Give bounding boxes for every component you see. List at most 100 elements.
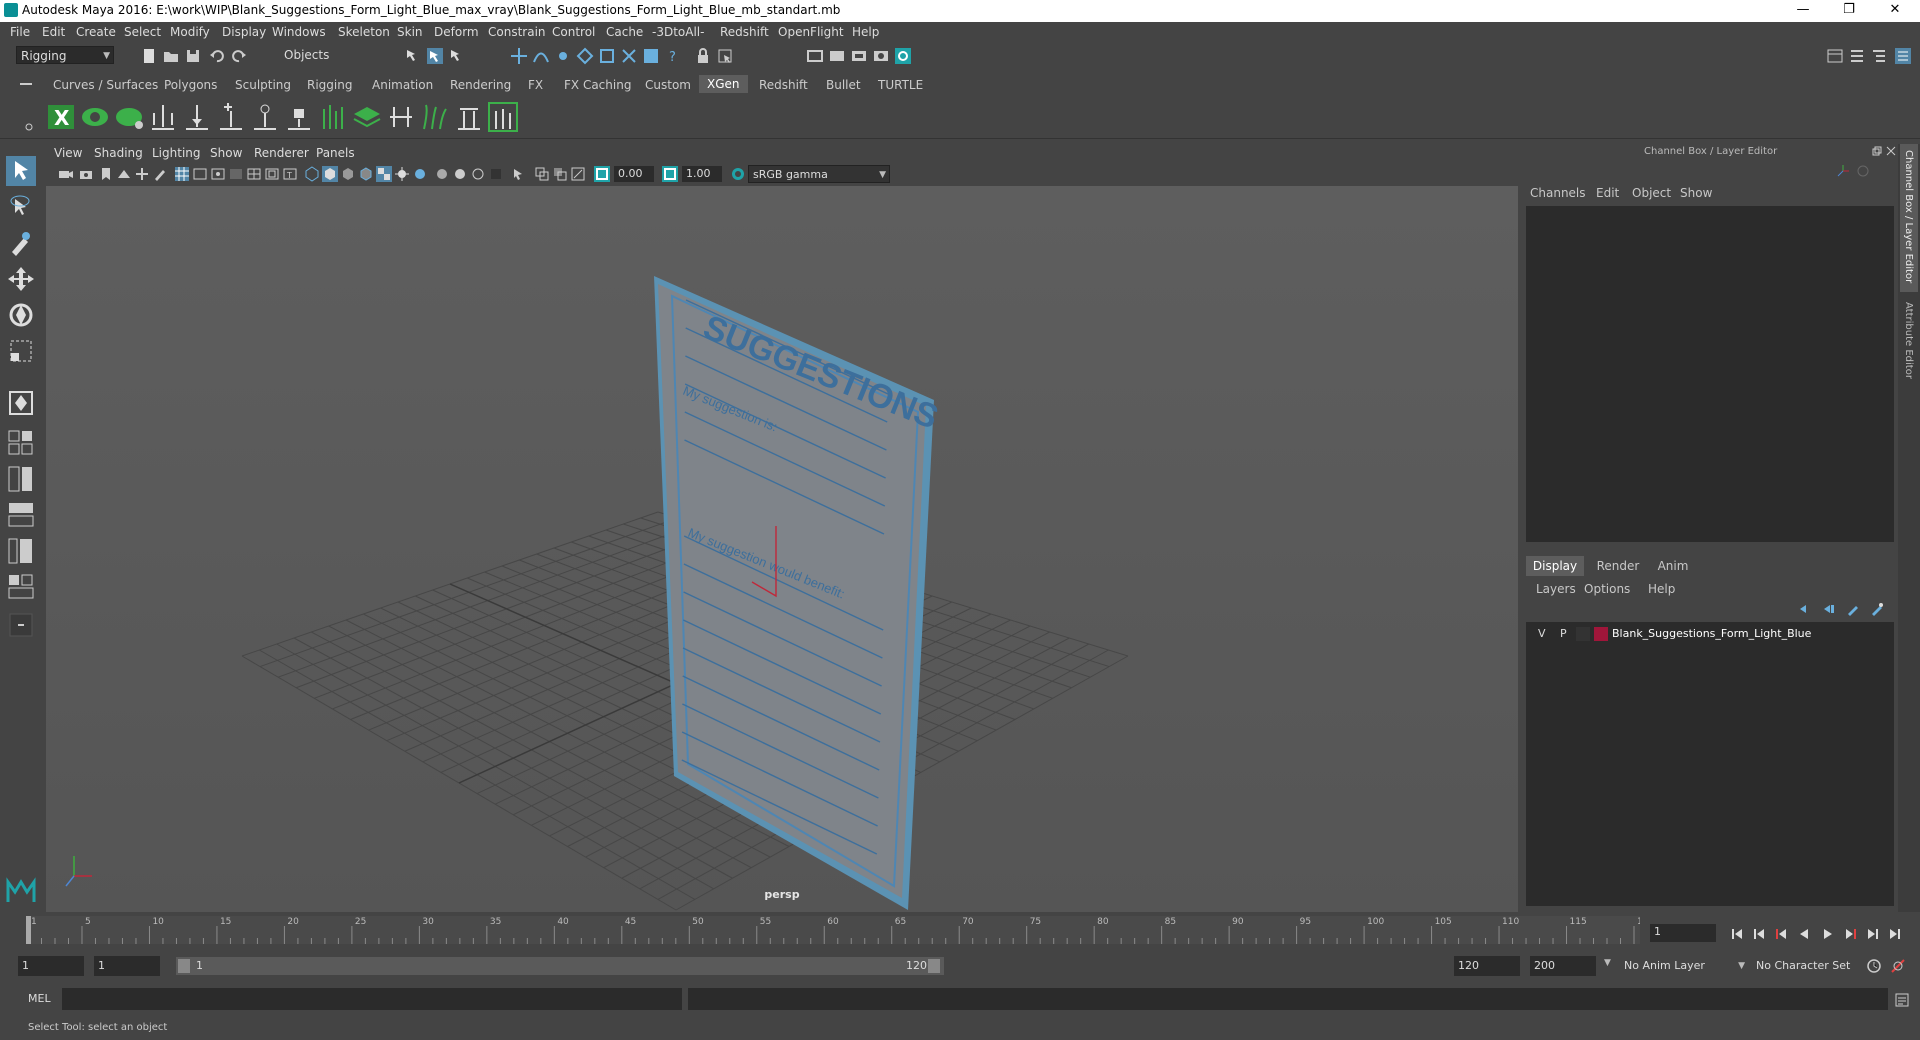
play-forwards-icon[interactable] bbox=[1824, 929, 1832, 939]
step-forward-key-icon[interactable] bbox=[1846, 929, 1856, 939]
depth-of-field-icon[interactable] bbox=[488, 166, 504, 182]
viewport-panel[interactable]: View Shading Lighting Show Renderer Pane… bbox=[46, 144, 1518, 912]
step-back-frame-icon[interactable] bbox=[1754, 929, 1764, 939]
xgen-interactive-groom-icon[interactable] bbox=[488, 101, 518, 133]
snap-curve-icon[interactable] bbox=[532, 47, 550, 65]
safe-action-icon[interactable] bbox=[264, 166, 280, 182]
toggle-outliner-icon[interactable] bbox=[1848, 47, 1866, 65]
step-back-key-icon[interactable] bbox=[1776, 929, 1786, 939]
menu-redshift[interactable]: Redshift bbox=[720, 25, 769, 39]
select-by-object-icon[interactable] bbox=[426, 47, 444, 65]
menu-edit[interactable]: Edit bbox=[42, 25, 65, 39]
channel-list[interactable] bbox=[1526, 206, 1894, 542]
use-all-lights-icon[interactable] bbox=[394, 166, 410, 182]
select-camera-icon[interactable] bbox=[58, 166, 74, 182]
show-menu[interactable]: Show bbox=[1680, 186, 1712, 200]
color-space-dropdown[interactable]: sRGB gamma ▼ bbox=[748, 165, 890, 183]
snap-grid-icon[interactable] bbox=[510, 47, 528, 65]
side-tab-channel-box[interactable]: Channel Box / Layer Editor bbox=[1900, 144, 1918, 292]
select-by-component-icon[interactable] bbox=[448, 47, 466, 65]
menu-file[interactable]: File bbox=[10, 25, 30, 39]
shelf-tab-rendering[interactable]: Rendering bbox=[450, 78, 511, 92]
layout-two-panes-icon[interactable] bbox=[6, 464, 36, 494]
select-by-hierarchy-icon[interactable] bbox=[404, 47, 422, 65]
film-gate-icon[interactable] bbox=[192, 166, 208, 182]
render-settings-icon[interactable] bbox=[850, 47, 868, 65]
menu-openflight[interactable]: OpenFlight bbox=[778, 25, 844, 39]
go-to-start-icon[interactable] bbox=[1732, 929, 1742, 939]
xgen-cut-icon[interactable] bbox=[454, 101, 484, 133]
move-layer-up-icon[interactable] bbox=[1798, 602, 1812, 616]
menu-set-dropdown[interactable]: Rigging ▼ bbox=[16, 46, 114, 64]
menu-help[interactable]: Help bbox=[852, 25, 879, 39]
isolate-select-icon[interactable] bbox=[510, 166, 526, 182]
menu-control[interactable]: Control bbox=[552, 25, 595, 39]
workspace-icon[interactable] bbox=[1826, 47, 1844, 65]
create-empty-layer-icon[interactable] bbox=[1846, 602, 1860, 616]
screen-space-ao-icon[interactable] bbox=[434, 166, 450, 182]
layer-tab-render[interactable]: Render bbox=[1590, 556, 1646, 576]
layer-visibility-toggle[interactable]: V bbox=[1538, 627, 1546, 640]
time-slider[interactable]: 1 5 10 15 20 25 30 35 40 45 50 55 60 65 70 75 80 85 90 95 10… bbox=[0, 912, 1920, 950]
shelf-tab-redshift[interactable]: Redshift bbox=[759, 78, 808, 92]
edit-menu[interactable]: Edit bbox=[1596, 186, 1619, 200]
chevron-down-icon[interactable]: ▼ bbox=[1604, 958, 1611, 968]
current-frame-field[interactable]: 1 bbox=[1650, 924, 1716, 942]
viewport-menu-lighting[interactable]: Lighting bbox=[152, 146, 201, 160]
menu-skeleton[interactable]: Skeleton bbox=[338, 25, 390, 39]
animation-start-field[interactable]: 1 bbox=[18, 956, 84, 976]
wireframe-on-shaded-icon[interactable] bbox=[358, 166, 374, 182]
wireframe-icon[interactable] bbox=[304, 166, 320, 182]
xray-joints-icon[interactable] bbox=[570, 166, 586, 182]
layout-persp-hypershade-icon[interactable] bbox=[6, 572, 36, 602]
xgen-hair-icon[interactable] bbox=[420, 101, 450, 133]
image-plane-icon[interactable] bbox=[116, 166, 132, 182]
xgen-guide-sculpt-icon[interactable] bbox=[250, 101, 280, 133]
grid-icon[interactable] bbox=[174, 166, 190, 182]
layout-four-panes-icon[interactable] bbox=[6, 428, 36, 458]
animation-end-field[interactable]: 200 bbox=[1530, 956, 1596, 976]
shelf-tab-animation[interactable]: Animation bbox=[372, 78, 433, 92]
make-live-icon[interactable] bbox=[620, 47, 638, 65]
gate-mask-icon[interactable] bbox=[228, 166, 244, 182]
layout-persp-outliner-icon[interactable] bbox=[6, 500, 36, 530]
help-menu[interactable]: Help bbox=[1648, 582, 1675, 596]
current-time-marker[interactable] bbox=[26, 916, 31, 944]
menu-select[interactable]: Select bbox=[124, 25, 161, 39]
xgen-guide-rebuild-icon[interactable] bbox=[318, 101, 348, 133]
create-layer-from-selection-icon[interactable] bbox=[1870, 602, 1884, 616]
maya-home-icon[interactable] bbox=[6, 876, 36, 906]
move-layer-down-icon[interactable] bbox=[1822, 602, 1836, 616]
layer-row[interactable]: V P Blank_Suggestions_Form_Light_Blue bbox=[1530, 626, 1890, 642]
command-language-label[interactable]: MEL bbox=[28, 992, 51, 1005]
layer-tab-display[interactable]: Display bbox=[1526, 556, 1584, 576]
side-tab-attribute-editor[interactable]: Attribute Editor bbox=[1900, 296, 1918, 396]
select-tool-icon[interactable] bbox=[6, 156, 36, 186]
smooth-shade-icon[interactable] bbox=[322, 166, 338, 182]
motion-blur-icon[interactable] bbox=[452, 166, 468, 182]
open-scene-icon[interactable] bbox=[162, 47, 180, 65]
xgen-editor-icon[interactable]: X bbox=[46, 101, 76, 133]
help-query-icon[interactable]: ? bbox=[664, 47, 682, 65]
snap-live-icon[interactable] bbox=[598, 47, 616, 65]
new-scene-icon[interactable] bbox=[140, 47, 158, 65]
xgen-add-guide-icon[interactable] bbox=[148, 101, 178, 133]
xgen-groom-layers-icon[interactable] bbox=[352, 101, 382, 133]
resolution-gate-icon[interactable] bbox=[210, 166, 226, 182]
menu-modify[interactable]: Modify bbox=[170, 25, 210, 39]
exposure-field[interactable]: 0.00 bbox=[614, 166, 654, 182]
two-d-pan-zoom-icon[interactable] bbox=[134, 166, 150, 182]
move-tool-icon[interactable] bbox=[6, 264, 36, 294]
redshift-render-view-icon[interactable] bbox=[894, 47, 912, 65]
lock-icon[interactable] bbox=[694, 47, 712, 65]
range-slider-end-handle[interactable] bbox=[928, 959, 940, 973]
toolbox-expand-icon[interactable] bbox=[6, 610, 36, 640]
select-highlight-icon[interactable] bbox=[716, 47, 734, 65]
hypershade-icon[interactable] bbox=[872, 47, 890, 65]
go-to-end-icon[interactable] bbox=[1890, 929, 1900, 939]
menu-skin[interactable]: Skin bbox=[397, 25, 423, 39]
playback-end-field[interactable]: 120 bbox=[1454, 956, 1520, 976]
xgen-guide-sync-icon[interactable] bbox=[386, 101, 416, 133]
redo-icon[interactable] bbox=[230, 47, 248, 65]
safe-title-icon[interactable]: T bbox=[282, 166, 298, 182]
